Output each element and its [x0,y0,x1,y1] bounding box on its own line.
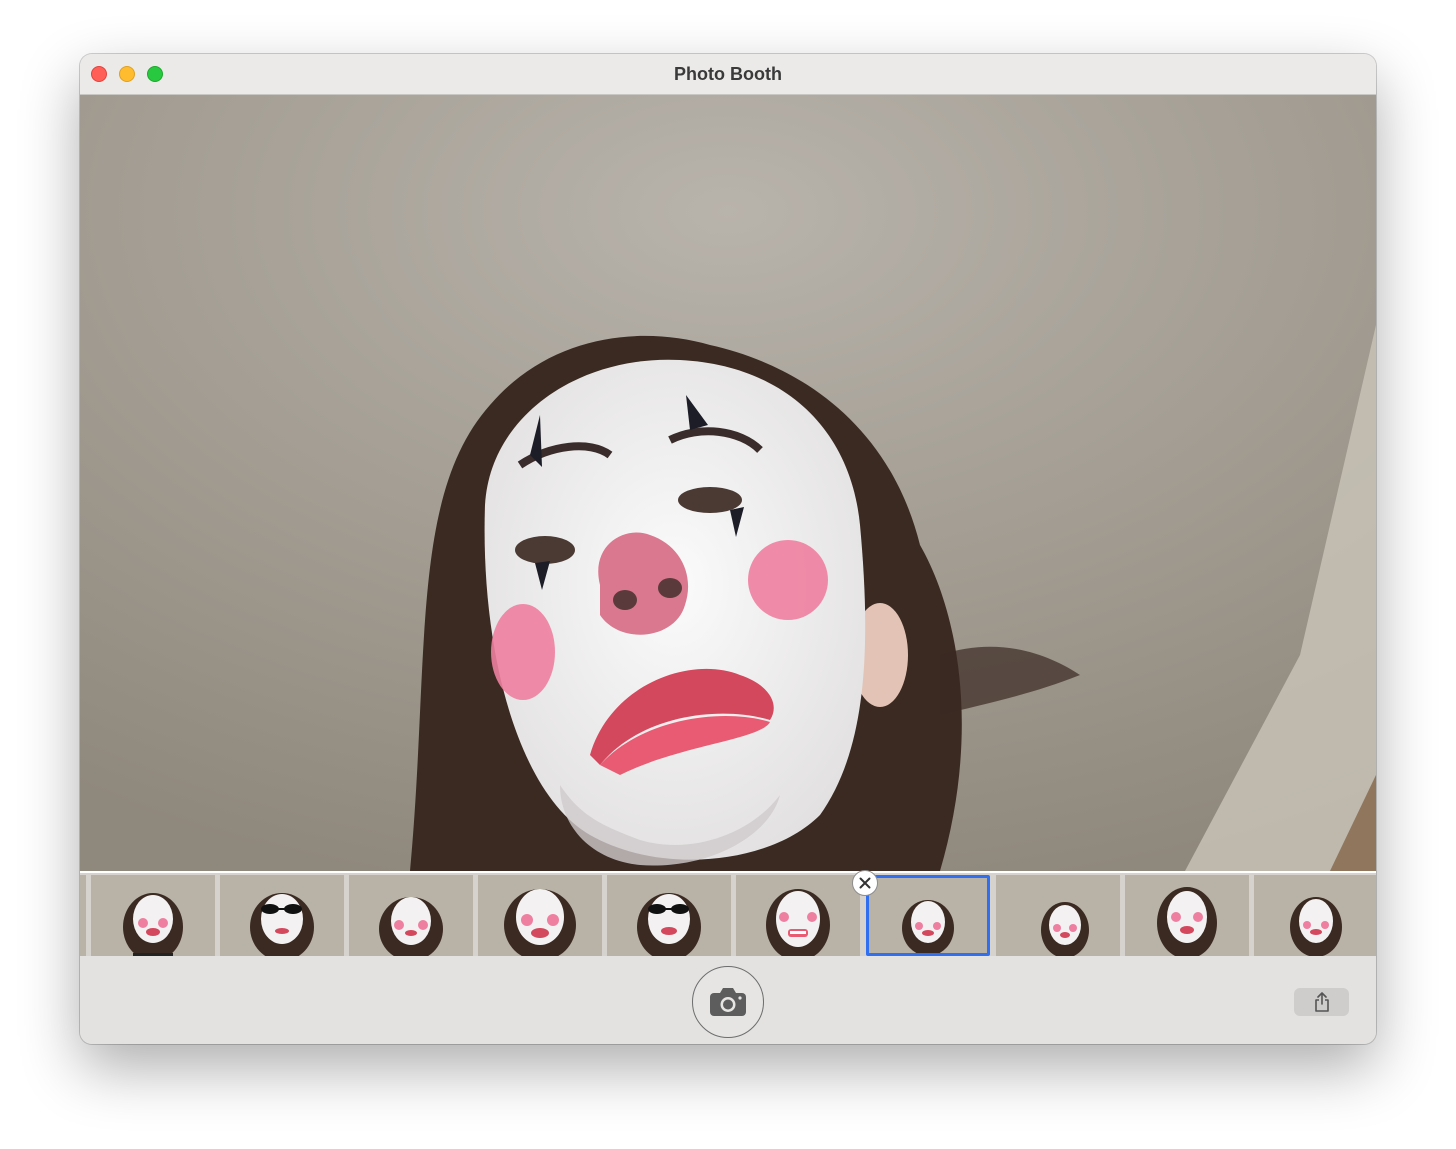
filmstrip-thumbnail[interactable] [736,875,860,956]
filmstrip-thumbnail[interactable] [478,875,602,956]
filmstrip-thumbnail-selected[interactable] [866,875,990,956]
title-bar: Photo Booth [80,54,1376,95]
filmstrip-thumbnail[interactable] [1125,875,1249,956]
thumbnail-photo [996,875,1120,956]
share-button[interactable] [1294,988,1349,1016]
bottom-toolbar [80,956,1376,1044]
camera-preview [80,95,1376,871]
filmstrip-thumbnail[interactable] [996,875,1120,956]
thumbnail-photo [220,875,344,956]
thumbnail-photo [349,875,473,956]
camera-icon [710,988,746,1016]
filmstrip-thumbnail[interactable] [91,875,215,956]
thumbnail-photo [607,875,731,956]
thumbnail-photo [80,875,86,956]
thumbnail-photo [478,875,602,956]
window-title: Photo Booth [674,64,782,84]
thumbnail-photo [91,875,215,956]
filmstrip-thumbnail[interactable] [220,875,344,956]
preview-photo [80,95,1376,871]
photo-filmstrip [80,871,1376,956]
share-icon [1314,992,1329,1012]
thumbnail-photo [736,875,860,956]
thumbnail-photo [869,878,987,953]
filmstrip-thumbnail[interactable] [80,875,86,956]
thumbnail-photo [1125,875,1249,956]
thumbnail-photo [1254,875,1376,956]
photo-booth-window: Photo Booth [80,54,1376,1044]
take-photo-button[interactable] [692,966,764,1038]
filmstrip-thumbnail[interactable] [607,875,731,956]
filmstrip-thumbnail[interactable] [349,875,473,956]
remove-photo-button[interactable] [852,870,878,896]
filmstrip-thumbnail[interactable] [1254,875,1376,956]
close-x-icon [859,877,871,889]
